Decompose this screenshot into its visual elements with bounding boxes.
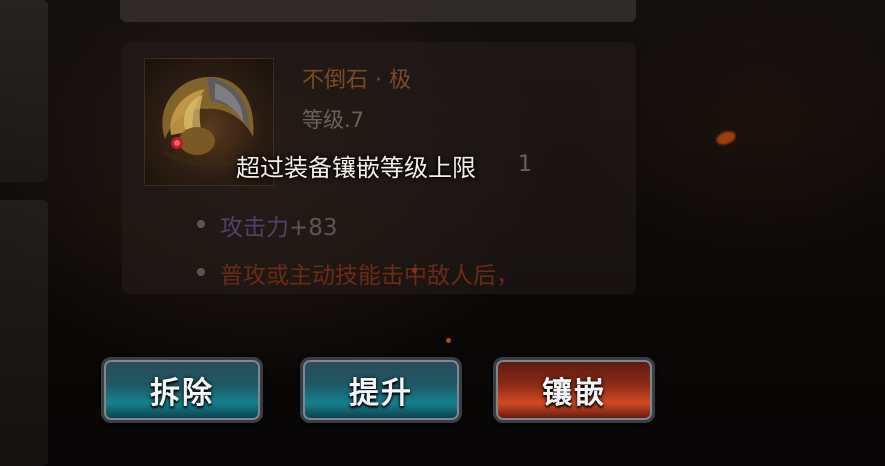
inlay-button-label: 镶嵌 (542, 376, 606, 411)
upgrade-button[interactable]: 提升 (300, 357, 462, 423)
inlay-button[interactable]: 镶嵌 (493, 357, 655, 423)
item-name: 不倒石 · 极 (302, 68, 411, 93)
ember-particle (412, 268, 417, 273)
attribute-value: +83 (289, 215, 338, 241)
bullet-dot-icon (197, 220, 205, 228)
bullet-dot-icon (197, 268, 205, 276)
toast-message: 超过装备镶嵌等级上限 (236, 154, 476, 182)
top-panel-bar (120, 0, 636, 22)
effect-description: 普攻或主动技能击中敌人后， (220, 263, 519, 289)
obscured-stat-value: 1 (518, 152, 532, 177)
attribute-name: 攻击力 (220, 215, 289, 241)
item-level: 等级.7 (302, 108, 365, 132)
side-slot-panel-top[interactable] (0, 0, 48, 182)
remove-button-label: 拆除 (150, 376, 214, 411)
remove-button[interactable]: 拆除 (101, 357, 263, 423)
attack-attribute: 攻击力+83 (220, 208, 338, 242)
upgrade-button-label: 提升 (349, 376, 413, 411)
ember-particle (714, 128, 738, 148)
ember-particle (446, 338, 451, 343)
game-scene: 不倒石 · 极 等级.7 1 攻击力+83 普攻或主动技能击中敌人后， 超过装备… (0, 0, 885, 466)
side-slot-panel-bottom[interactable] (0, 200, 48, 466)
